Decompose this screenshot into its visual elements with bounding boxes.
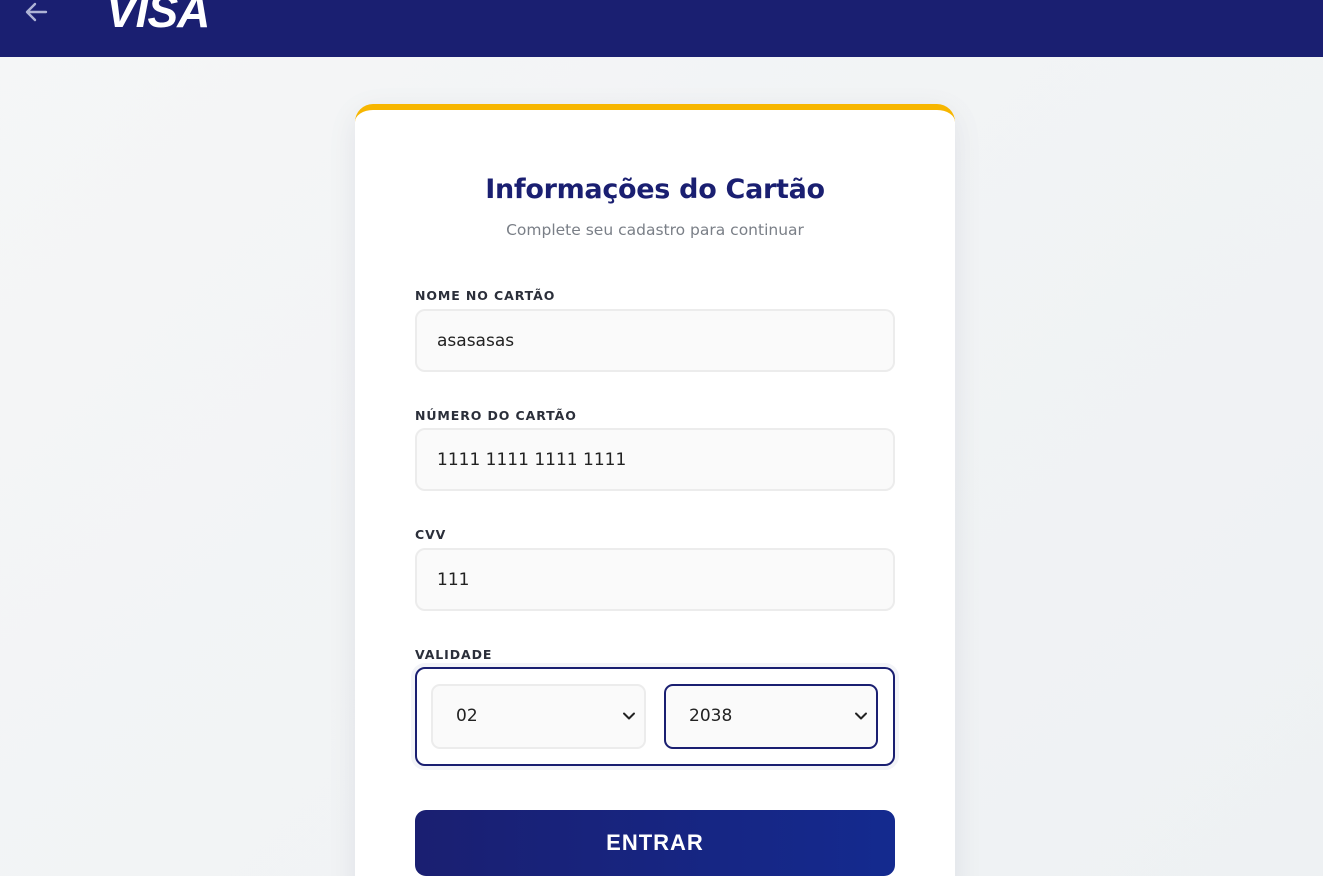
top-bar: VISA	[0, 0, 1323, 57]
visa-logo: VISA	[106, 0, 210, 37]
year-select[interactable]: 2038	[664, 684, 878, 749]
chevron-down-icon	[623, 712, 635, 720]
arrow-left-icon	[25, 2, 48, 22]
card-number-label: NÚMERO DO CARTÃO	[415, 408, 577, 423]
card-number-input[interactable]	[415, 428, 895, 491]
card-name-label: NOME NO CARTÃO	[415, 288, 556, 303]
chevron-down-icon	[855, 712, 867, 720]
cvv-label: CVV	[415, 527, 447, 542]
page-subtitle: Complete seu cadastro para continuar	[506, 221, 804, 239]
card-info-form: Informações do Cartão Complete seu cadas…	[355, 104, 955, 876]
back-button[interactable]	[22, 0, 50, 26]
card-name-input[interactable]	[415, 309, 895, 372]
validity-group: 02 2038	[415, 667, 895, 766]
submit-button[interactable]: ENTRAR	[415, 810, 895, 876]
year-value: 2038	[689, 706, 733, 726]
month-select[interactable]: 02	[431, 684, 646, 749]
month-value: 02	[456, 706, 478, 726]
validity-label: VALIDADE	[415, 647, 493, 662]
page-title: Informações do Cartão	[485, 174, 825, 205]
cvv-input[interactable]	[415, 548, 895, 611]
